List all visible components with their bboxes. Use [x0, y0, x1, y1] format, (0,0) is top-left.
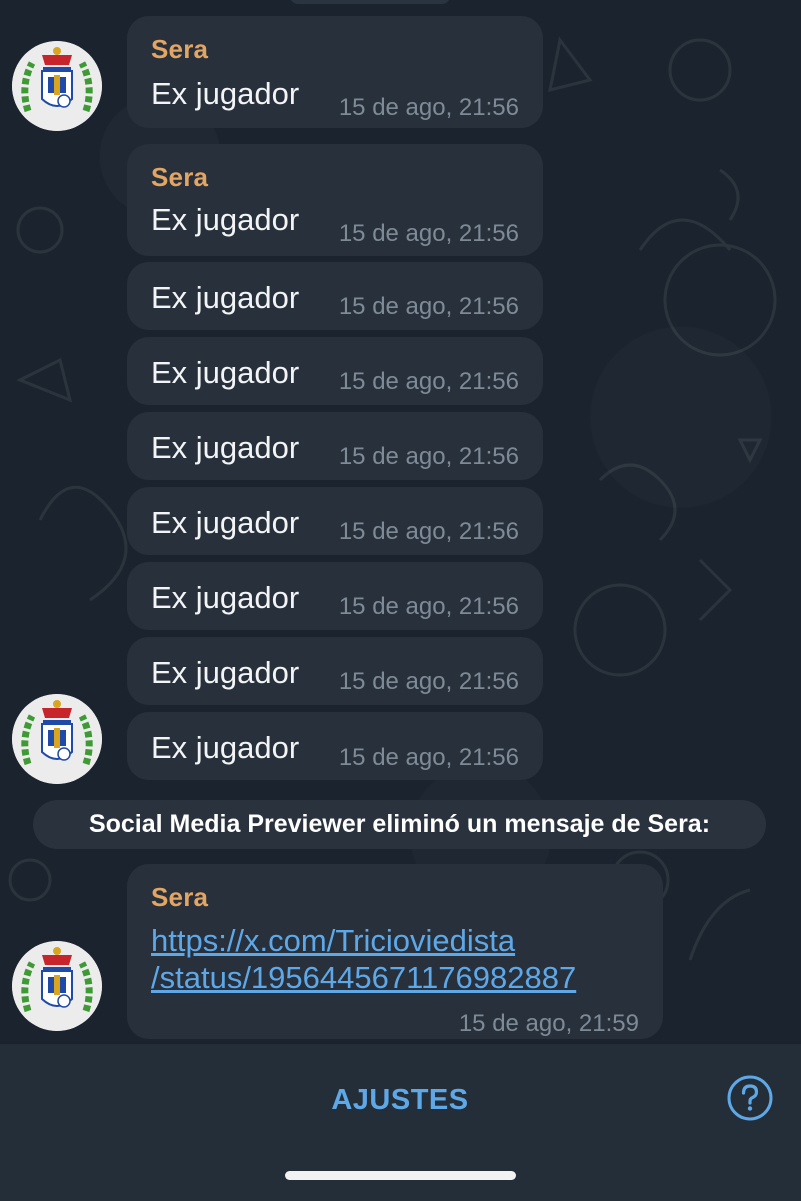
help-circle-icon[interactable] — [727, 1075, 773, 1121]
message-bubble[interactable]: Ex jugador 15 de ago, 21:56 — [127, 337, 543, 405]
home-indicator[interactable] — [285, 1171, 516, 1180]
message-bubble[interactable]: Ex jugador 15 de ago, 21:56 — [127, 487, 543, 555]
sender-avatar[interactable] — [12, 941, 102, 1031]
message-bubble[interactable]: Ex jugador 15 de ago, 21:56 — [127, 712, 543, 780]
sender-avatar[interactable] — [12, 41, 102, 131]
link-line[interactable]: https://x.com/Tricioviedista — [151, 922, 651, 959]
message-text: Ex jugador — [151, 505, 300, 540]
message-time: 15 de ago, 21:56 — [338, 443, 519, 470]
previous-message-edge — [290, 0, 450, 4]
message-bubble[interactable]: Ex jugador 15 de ago, 21:56 — [127, 412, 543, 480]
chat-history[interactable]: Sera Ex jugador 15 de ago, 21:56 Sera Ex… — [0, 0, 801, 1043]
service-message: Social Media Previewer eliminó un mensaj… — [33, 800, 766, 849]
message-text: Ex jugador — [151, 430, 300, 465]
message-text: Ex jugador — [151, 76, 300, 111]
bottom-bar: AJUSTES — [0, 1043, 801, 1201]
message-bubble[interactable]: Sera Ex jugador 15 de ago, 21:56 — [127, 16, 543, 128]
message-text: Ex jugador — [151, 202, 300, 237]
message-bubble[interactable]: Ex jugador 15 de ago, 21:56 — [127, 262, 543, 330]
message-time: 15 de ago, 21:56 — [338, 593, 519, 620]
message-bubble[interactable]: Ex jugador 15 de ago, 21:56 — [127, 562, 543, 630]
sender-name[interactable]: Sera — [151, 882, 208, 913]
message-time: 15 de ago, 21:56 — [338, 293, 519, 320]
link-message-bubble[interactable]: Sera https://x.com/Tricioviedista /statu… — [127, 864, 663, 1039]
message-time: 15 de ago, 21:59 — [458, 1010, 639, 1037]
message-time: 15 de ago, 21:56 — [338, 744, 519, 771]
club-crest-icon — [12, 41, 102, 131]
message-link[interactable]: https://x.com/Tricioviedista /status/195… — [151, 922, 651, 996]
message-time: 15 de ago, 21:56 — [338, 220, 519, 247]
message-time: 15 de ago, 21:56 — [338, 668, 519, 695]
message-text: Ex jugador — [151, 280, 300, 315]
message-bubble[interactable]: Sera Ex jugador 15 de ago, 21:56 — [127, 144, 543, 256]
sender-name[interactable]: Sera — [151, 34, 208, 65]
sender-avatar[interactable] — [12, 694, 102, 784]
settings-button[interactable]: AJUSTES — [300, 1078, 500, 1122]
message-text: Ex jugador — [151, 355, 300, 390]
club-crest-icon — [12, 941, 102, 1031]
link-line[interactable]: /status/1956445671176982887 — [151, 959, 651, 996]
message-text: Ex jugador — [151, 580, 300, 615]
message-text: Ex jugador — [151, 655, 300, 690]
message-time: 15 de ago, 21:56 — [338, 94, 519, 121]
message-time: 15 de ago, 21:56 — [338, 368, 519, 395]
message-text: Ex jugador — [151, 730, 300, 765]
message-bubble[interactable]: Ex jugador 15 de ago, 21:56 — [127, 637, 543, 705]
message-time: 15 de ago, 21:56 — [338, 518, 519, 545]
sender-name[interactable]: Sera — [151, 162, 208, 193]
club-crest-icon — [12, 694, 102, 784]
